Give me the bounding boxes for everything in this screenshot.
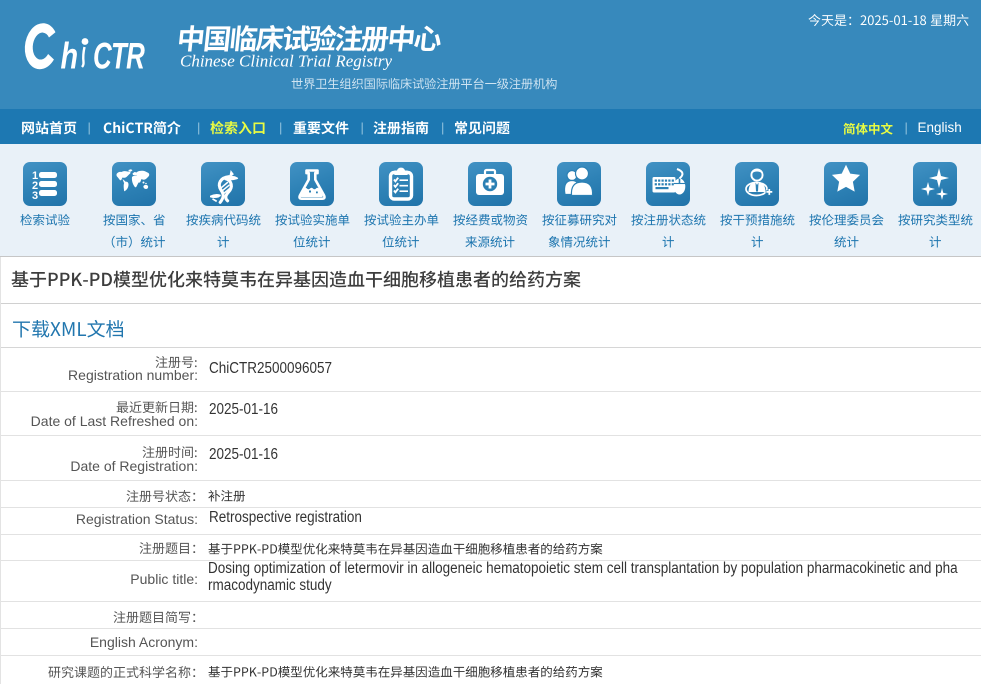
svg-text:h: h	[61, 36, 79, 77]
svg-text:CTR: CTR	[93, 35, 145, 77]
svg-text:Chinese Clinical Trial Registr: Chinese Clinical Trial Registry	[180, 52, 393, 71]
svg-text:3: 3	[32, 190, 38, 202]
